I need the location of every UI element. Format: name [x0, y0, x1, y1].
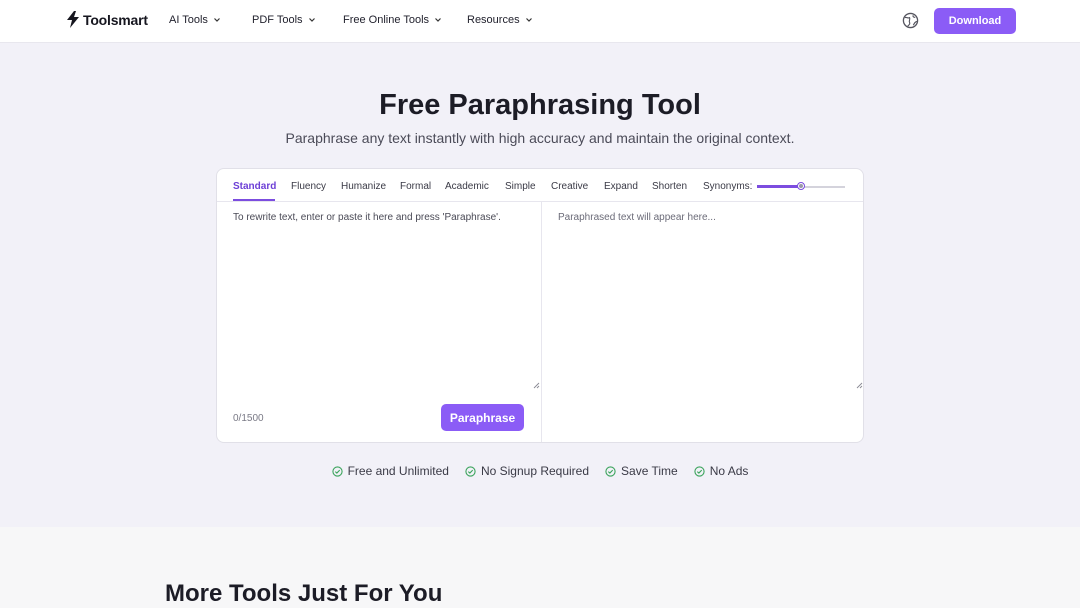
tab-simple[interactable]: Simple — [505, 181, 536, 192]
chevron-down-icon — [435, 18, 441, 22]
check-circle-icon — [465, 465, 476, 477]
synonyms-slider[interactable] — [757, 181, 845, 193]
nav-resources[interactable]: Resources — [467, 14, 533, 26]
nav-resources-label: Resources — [467, 14, 520, 26]
tab-shorten[interactable]: Shorten — [652, 181, 687, 192]
nav-free-online-tools-label: Free Online Tools — [343, 14, 430, 26]
resize-handle-icon[interactable] — [856, 382, 863, 389]
feature-item: No Signup Required — [465, 464, 589, 478]
slider-thumb[interactable] — [797, 182, 805, 190]
feature-list: Free and Unlimited No Signup Required Sa… — [0, 464, 1080, 478]
check-circle-icon — [694, 465, 705, 477]
chevron-down-icon — [525, 18, 532, 22]
page-subtitle: Paraphrase any text instantly with high … — [285, 130, 795, 146]
slider-fill — [757, 185, 801, 188]
input-textarea[interactable] — [217, 202, 541, 392]
synonyms-label: Synonyms: — [703, 181, 753, 192]
feature-item: Free and Unlimited — [331, 464, 449, 478]
tab-formal[interactable]: Formal — [400, 181, 431, 192]
globe-icon[interactable] — [902, 12, 919, 29]
check-circle-icon — [331, 465, 343, 477]
tab-academic[interactable]: Academic — [445, 181, 489, 192]
output-placeholder: Paraphrased text will appear here... — [558, 212, 716, 223]
nav-pdf-tools-label: PDF Tools — [252, 14, 303, 26]
paraphrase-tool-card: Standard Fluency Humanize Formal Academi… — [216, 168, 864, 443]
top-navbar: Toolsmart AI Tools PDF Tools Free Online… — [0, 0, 1080, 43]
download-button[interactable]: Download — [934, 8, 1016, 34]
brand-name: Toolsmart — [83, 11, 148, 28]
active-tab-indicator — [233, 199, 275, 201]
feature-label: Save Time — [621, 464, 678, 478]
hero-section: Free Paraphrasing Tool Paraphrase any te… — [0, 43, 1080, 527]
feature-label: No Ads — [709, 464, 749, 478]
paraphrase-button[interactable]: Paraphrase — [441, 404, 524, 431]
output-panel: Paraphrased text will appear here... — [542, 202, 863, 392]
page-title: Free Paraphrasing Tool — [379, 89, 701, 121]
tab-standard[interactable]: Standard — [233, 181, 276, 192]
feature-item: Save Time — [605, 464, 678, 478]
tab-expand[interactable]: Expand — [604, 181, 638, 192]
brand-logo[interactable]: Toolsmart — [66, 11, 148, 28]
character-counter: 0/1500 — [233, 413, 264, 424]
more-tools-section: More Tools Just For You — [0, 527, 1080, 608]
nav-free-online-tools[interactable]: Free Online Tools — [343, 14, 442, 26]
feature-label: Free and Unlimited — [347, 464, 449, 478]
tab-humanize[interactable]: Humanize — [341, 181, 386, 192]
feature-item: No Ads — [694, 464, 749, 478]
tab-fluency[interactable]: Fluency — [291, 181, 326, 192]
nav-pdf-tools[interactable]: PDF Tools — [252, 14, 316, 26]
chevron-down-icon — [308, 18, 315, 22]
more-tools-title: More Tools Just For You — [165, 580, 443, 607]
check-circle-icon — [605, 465, 616, 477]
nav-ai-tools-label: AI Tools — [169, 14, 208, 26]
mode-tabs: Standard Fluency Humanize Formal Academi… — [217, 169, 863, 202]
chevron-down-icon — [214, 18, 220, 22]
tab-creative[interactable]: Creative — [551, 181, 588, 192]
nav-ai-tools[interactable]: AI Tools — [169, 14, 221, 26]
feature-label: No Signup Required — [480, 464, 590, 478]
resize-handle-icon[interactable] — [533, 382, 540, 389]
logo-mark-icon — [67, 11, 79, 28]
